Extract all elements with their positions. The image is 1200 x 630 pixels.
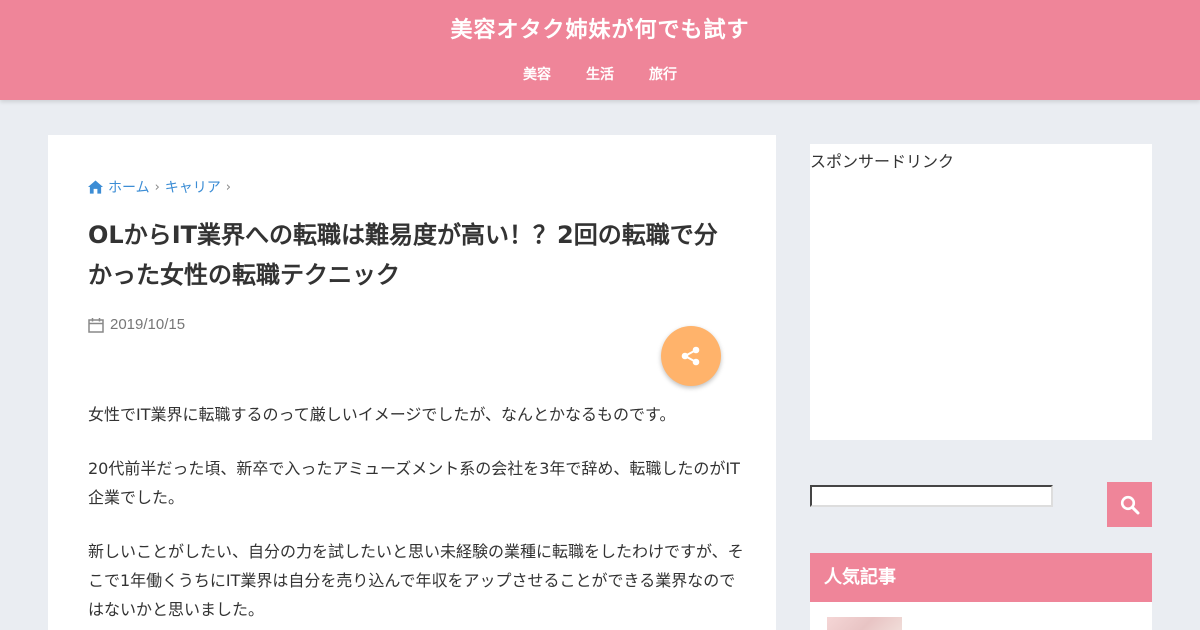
nav-item-beauty[interactable]: 美容	[523, 64, 551, 84]
paragraph: 20代前半だった頃、新卒で入ったアミューズメント系の会社を3年で辞め、転職したの…	[88, 459, 740, 507]
search-icon	[1120, 495, 1139, 514]
share-icon	[681, 346, 700, 366]
popular-posts-list	[810, 602, 1152, 630]
paragraph: 女性でIT業界に転職するのって厳しいイメージでしたが、なんとかなるものです。	[88, 405, 676, 424]
breadcrumb-category[interactable]: キャリア	[165, 177, 221, 197]
main-nav: 美容 生活 旅行	[0, 64, 1200, 84]
nav-item-life[interactable]: 生活	[586, 64, 614, 84]
popular-posts-title: 人気記事	[810, 553, 1152, 602]
search-input[interactable]	[810, 485, 1053, 507]
site-header: 美容オタク姉妹が何でも試す 美容 生活 旅行	[0, 0, 1200, 100]
nav-item-travel[interactable]: 旅行	[649, 64, 677, 84]
breadcrumb-home[interactable]: ホーム	[108, 177, 150, 197]
chevron-right-icon: ›	[154, 179, 160, 195]
sponsored-ad: スポンサードリンク	[810, 144, 1152, 440]
calendar-icon	[88, 317, 104, 333]
paragraph: 新しいことがしたい、自分の力を試したいと思い未経験の業種に転職をしたわけですが、…	[88, 542, 744, 619]
site-title[interactable]: 美容オタク姉妹が何でも試す	[0, 12, 1200, 44]
article-title: OLからIT業界への転職は難易度が高い！？2回の転職で分かった女性の転職テクニッ…	[88, 221, 718, 289]
ad-label: スポンサードリンク	[810, 152, 955, 171]
article-body: 女性でIT業界に転職するのって厳しいイメージでしたが、なんとかなるものです。 2…	[88, 400, 748, 630]
breadcrumb: ホーム › キャリア ›	[88, 177, 236, 197]
chevron-right-icon: ›	[225, 179, 231, 195]
popular-post-thumbnail[interactable]	[827, 617, 902, 630]
home-icon	[88, 180, 103, 194]
share-button[interactable]	[661, 326, 721, 386]
post-date-text: 2019/10/15	[110, 316, 186, 333]
search-button[interactable]	[1107, 482, 1152, 527]
post-date: 2019/10/15	[88, 316, 185, 333]
article-card: ホーム › キャリア › OLからIT業界への転職は難易度が高い！？2回の転職で…	[48, 135, 776, 630]
